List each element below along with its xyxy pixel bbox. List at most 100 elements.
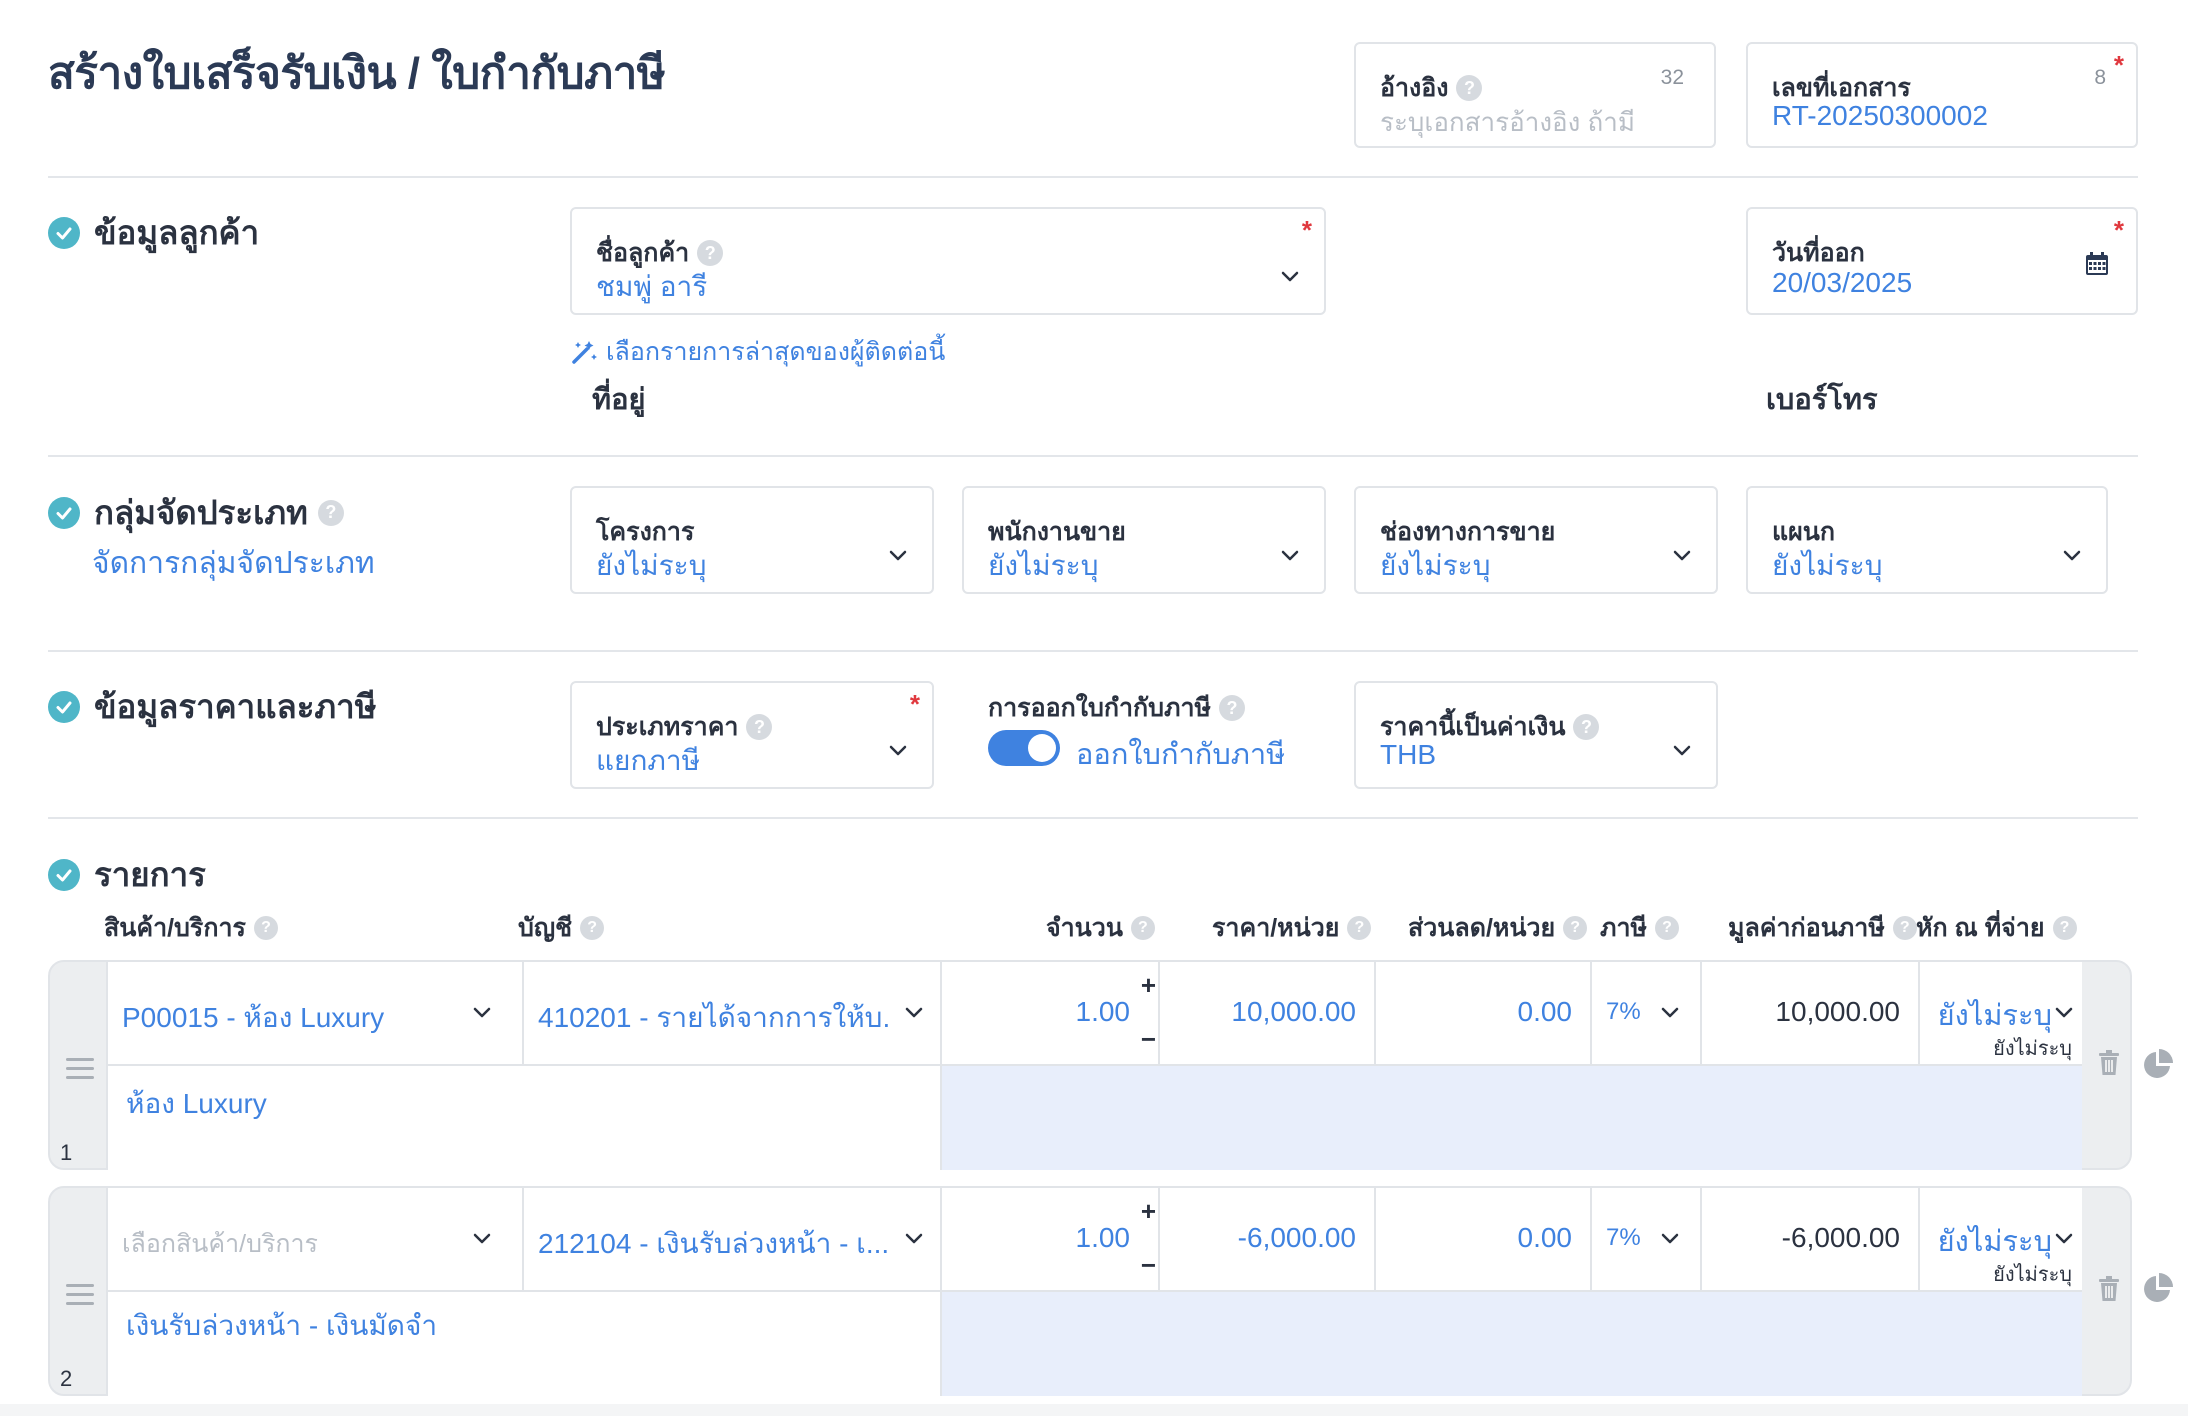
drag-handle-icon[interactable] [66,1284,94,1311]
page-bottom-fade [0,1404,2188,1416]
help-icon[interactable]: ? [253,916,278,940]
recent-items-link[interactable]: เลือกรายการล่าสุดของผู้ติดต่อนี้ [570,332,945,372]
issue-date-value[interactable]: 20/03/2025 [1772,267,1912,299]
wht-select[interactable]: ยังไม่ระบุ ยังไม่ระบุ [1920,962,2082,1066]
description-input[interactable]: เงินรับล่วงหน้า - เงินมัดจำ [108,1292,942,1396]
reference-field[interactable]: อ้างอิง? 32 ระบุเอกสารอ้างอิง ถ้ามี [1354,42,1716,148]
pie-chart-icon[interactable] [2142,1272,2174,1309]
column-header-wht: หัก ณ ที่จ่าย? [1916,908,2077,948]
help-icon[interactable]: ? [1456,75,1483,101]
currency-select[interactable]: ราคานี้เป็นค่าเงิน? THB [1354,681,1718,789]
account-select[interactable]: 212104 - เงินรับล่วงหน้า - เ... [524,1188,942,1292]
chevron-down-icon[interactable] [1670,544,1694,568]
qty-value: 1.00 [1075,1222,1131,1253]
sales-channel-select[interactable]: ช่องทางการขาย ยังไม่ระบุ [1354,486,1718,594]
department-value: ยังไม่ระบุ [1772,550,1883,581]
product-select[interactable]: P00015 - ห้อง Luxury [108,962,524,1066]
qty-input[interactable]: 1.00 + − [942,1188,1160,1292]
chevron-down-icon[interactable] [2060,544,2084,568]
row-number: 2 [60,1366,73,1391]
column-header-account: บัญชี? [518,908,605,948]
qty-decrement-button[interactable]: − [1141,1026,1156,1052]
qty-increment-button[interactable]: + [1141,1198,1156,1224]
help-icon[interactable]: ? [1219,695,1246,721]
divider [48,176,2138,178]
qty-input[interactable]: 1.00 + − [942,962,1160,1066]
required-mark: * [1301,215,1312,245]
chevron-down-icon[interactable] [902,1226,926,1258]
customer-name-value[interactable]: ชมพู่ อารี [596,265,707,309]
chevron-down-icon[interactable] [902,1000,926,1032]
product-select[interactable]: เลือกสินค้า/บริการ [108,1188,524,1292]
chevron-down-icon[interactable] [2052,1000,2076,1032]
chevron-down-icon[interactable] [1278,265,1302,289]
sales-channel-value: ยังไม่ระบุ [1380,550,1491,581]
description-value: เงินรับล่วงหน้า - เงินมัดจำ [126,1310,438,1341]
grouping-section-label: กลุ่มจัดประเภท [94,494,308,531]
reference-input[interactable]: ระบุเอกสารอ้างอิง ถ้ามี [1380,102,1635,143]
project-select[interactable]: โครงการ ยังไม่ระบุ [570,486,934,594]
chevron-down-icon[interactable] [470,1226,494,1258]
chevron-down-icon[interactable] [1670,739,1694,763]
toggle-knob [1028,734,1056,762]
customer-name-field[interactable]: ชื่อลูกค้า? * ชมพู่ อารี [570,207,1326,315]
price-type-select[interactable]: ประเภทราคา? * แยกภาษี [570,681,934,789]
help-icon[interactable]: ? [317,499,344,526]
department-select[interactable]: แผนก ยังไม่ระบุ [1746,486,2108,594]
help-icon[interactable]: ? [1563,916,1588,940]
required-mark: * [909,689,920,719]
tax-select[interactable]: 7% [1592,1188,1702,1292]
chevron-down-icon[interactable] [2052,1226,2076,1258]
tax-select[interactable]: 7% [1592,962,1702,1066]
issue-date-field[interactable]: วันที่ออก * 20/03/2025 [1746,207,2138,315]
trash-icon[interactable] [2098,1276,2120,1307]
help-icon[interactable]: ? [1130,916,1155,940]
product-placeholder: เลือกสินค้า/บริการ [122,1230,318,1258]
required-mark: * [2113,215,2124,245]
help-icon[interactable]: ? [2052,916,2077,940]
trash-icon[interactable] [2098,1050,2120,1081]
help-icon[interactable]: ? [580,916,605,940]
tax-invoice-label: การออกใบกำกับภาษี [988,694,1212,722]
wht-select[interactable]: ยังไม่ระบุ ยังไม่ระบุ [1920,1188,2082,1292]
manage-groups-link[interactable]: จัดการกลุ่มจัดประเภท [92,540,375,587]
chevron-down-icon[interactable] [1658,1000,1682,1032]
account-value: 212104 - เงินรับล่วงหน้า - เ... [538,1228,888,1259]
description-extra-area [942,1292,2082,1396]
pie-chart-icon[interactable] [2142,1048,2174,1085]
discount-input[interactable]: 0.00 [1376,962,1592,1066]
wht-sub-value: ยังไม่ระบุ [1993,1264,2072,1286]
table-row: 1 P00015 - ห้อง Luxury 410201 - รายได้จา… [48,960,2132,1170]
qty-increment-button[interactable]: + [1141,972,1156,998]
currency-value: THB [1380,739,1436,770]
account-select[interactable]: 410201 - รายได้จากการให้บ... [524,962,942,1066]
items-section-title: รายการ [48,848,206,901]
tax-invoice-toggle[interactable] [988,730,1060,766]
unit-price-input[interactable]: -6,000.00 [1160,1188,1376,1292]
doc-number-input[interactable]: RT-20250300002 [1772,100,1988,132]
discount-input[interactable]: 0.00 [1376,1188,1592,1292]
help-icon[interactable]: ? [697,240,724,266]
pricing-section-title: ข้อมูลราคาและภาษี [48,680,376,733]
description-input[interactable]: ห้อง Luxury [108,1066,942,1170]
chevron-down-icon[interactable] [886,544,910,568]
divider [48,455,2138,457]
chevron-down-icon[interactable] [1658,1226,1682,1258]
calendar-icon[interactable] [2084,251,2110,282]
chevron-down-icon[interactable] [886,739,910,763]
help-icon[interactable]: ? [746,714,773,740]
chevron-down-icon[interactable] [1278,544,1302,568]
salesperson-select[interactable]: พนักงานขาย ยังไม่ระบุ [962,486,1326,594]
help-icon[interactable]: ? [1892,916,1917,940]
product-value: P00015 - ห้อง Luxury [122,1002,385,1033]
drag-handle-icon[interactable] [66,1058,94,1085]
help-icon[interactable]: ? [1573,714,1600,740]
help-icon[interactable]: ? [1655,916,1679,940]
help-icon[interactable]: ? [1347,916,1372,940]
doc-number-field[interactable]: เลขที่เอกสาร 8 * RT-20250300002 [1746,42,2138,148]
qty-decrement-button[interactable]: − [1141,1252,1156,1278]
unit-price-input[interactable]: 10,000.00 [1160,962,1376,1066]
wht-sub-value: ยังไม่ระบุ [1993,1038,2072,1060]
chevron-down-icon[interactable] [470,1000,494,1032]
recent-items-label: เลือกรายการล่าสุดของผู้ติดต่อนี้ [606,338,946,366]
